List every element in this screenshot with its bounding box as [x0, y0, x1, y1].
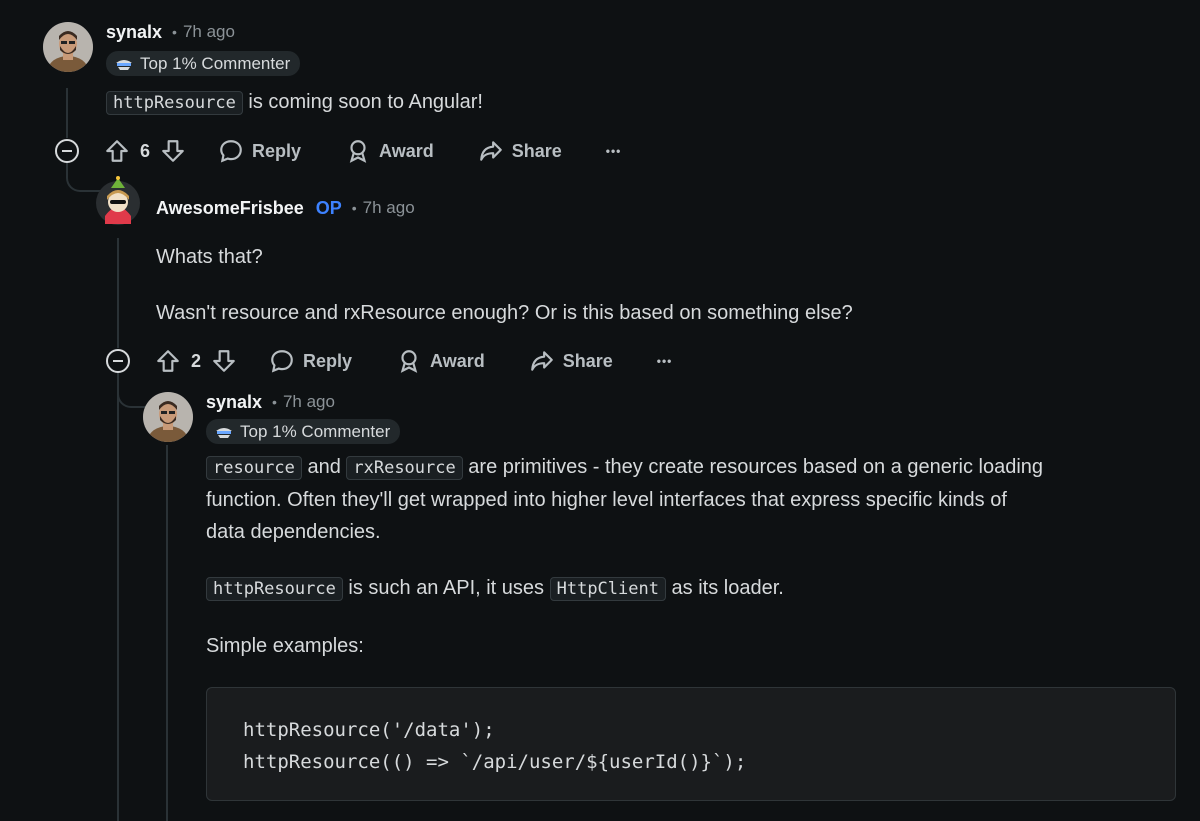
para-1-line-3: data dependencies.	[206, 521, 381, 543]
body-text: and	[301, 456, 347, 478]
award-button[interactable]: Award	[345, 138, 434, 164]
thread-line-3[interactable]	[166, 445, 168, 821]
upvote-icon	[157, 350, 179, 372]
inline-code: rxResource	[346, 456, 463, 480]
downvote-button[interactable]	[211, 348, 237, 374]
downvote-button[interactable]	[160, 138, 186, 164]
vote-score: 6	[140, 140, 151, 161]
award-label: Award	[379, 140, 434, 161]
inline-code: HttpClient	[549, 577, 666, 601]
award-button[interactable]: Award	[396, 348, 485, 374]
collapse-button[interactable]	[106, 349, 130, 373]
downvote-icon	[162, 140, 184, 162]
body-text: are primitives - they create resources b…	[462, 456, 1044, 478]
comment-actions: 2 Reply Award Share •••	[155, 344, 672, 378]
share-button[interactable]: Share	[478, 138, 562, 164]
reply-button[interactable]: Reply	[269, 348, 352, 374]
comment-body-para-3: Simple examples:	[206, 635, 364, 657]
more-options-button[interactable]: •••	[657, 354, 673, 368]
comment-body: httpResource is coming soon to Angular!	[106, 86, 483, 119]
reply-button[interactable]: Reply	[218, 138, 301, 164]
inline-code: httpResource	[106, 91, 243, 115]
timestamp[interactable]: 7h ago	[283, 392, 335, 412]
flair-label: Top 1% Commenter	[140, 53, 291, 73]
more-options-button[interactable]: •••	[606, 144, 622, 158]
comment-header: AwesomeFrisbee OP • 7h ago	[156, 196, 415, 220]
body-text: as its loader.	[665, 577, 784, 599]
separator-dot: •	[351, 200, 357, 216]
comment-header: synalx • 7h ago	[206, 390, 335, 414]
thread-line-2b[interactable]	[117, 374, 119, 821]
para-1-line-1: resource and rxResource are primitives -…	[206, 451, 1181, 484]
share-label: Share	[511, 140, 562, 161]
upvote-icon	[106, 140, 128, 162]
timestamp[interactable]: 7h ago	[183, 22, 235, 42]
op-badge: OP	[315, 197, 342, 218]
flair-icon	[116, 59, 132, 70]
username[interactable]: AwesomeFrisbee	[156, 198, 304, 219]
comment-icon	[220, 140, 242, 163]
inline-code: resource	[206, 456, 302, 480]
share-button[interactable]: Share	[529, 348, 613, 374]
comment-body-para-1: resource and rxResource are primitives -…	[206, 451, 1181, 548]
upvote-button[interactable]	[104, 138, 130, 164]
share-icon	[530, 351, 553, 371]
comment-body-para-1: Whats that?	[156, 246, 263, 268]
comment-body-para-2: Wasn't resource and rxResource enough? O…	[156, 302, 853, 324]
body-text: is such an API, it uses	[342, 577, 550, 599]
para-1-line-2: function. Often they'll get wrapped into…	[206, 489, 1007, 511]
comment-icon	[271, 350, 293, 373]
avatar[interactable]	[95, 176, 141, 226]
code-line: httpResource(() => `/api/user/${userId()…	[243, 751, 747, 773]
avatar[interactable]	[143, 392, 193, 442]
code-block[interactable]: httpResource('/data'); httpResource(() =…	[206, 687, 1176, 801]
comment-header: synalx • 7h ago	[106, 20, 235, 44]
user-flair: Top 1% Commenter	[206, 419, 401, 444]
comment-actions: 6 Reply Award Share •••	[104, 134, 621, 168]
separator-dot: •	[172, 24, 177, 40]
collapse-button[interactable]	[55, 139, 79, 163]
username[interactable]: synalx	[106, 22, 162, 43]
award-icon	[349, 140, 367, 163]
user-flair: Top 1% Commenter	[106, 51, 301, 76]
timestamp[interactable]: 7h ago	[363, 198, 415, 218]
share-label: Share	[562, 350, 613, 371]
separator-dot: •	[272, 394, 277, 410]
award-icon	[400, 350, 418, 373]
share-icon	[479, 141, 502, 161]
downvote-icon	[213, 350, 235, 372]
thread-line-1[interactable]	[66, 88, 68, 138]
award-label: Award	[430, 350, 485, 371]
collapse-icon	[62, 150, 72, 152]
avatar[interactable]	[43, 22, 93, 72]
upvote-button[interactable]	[155, 348, 181, 374]
reply-label: Reply	[252, 140, 302, 161]
reply-label: Reply	[303, 350, 353, 371]
flair-icon	[216, 427, 232, 438]
thread-line-2[interactable]	[117, 238, 119, 348]
username[interactable]: synalx	[206, 392, 262, 413]
comment-body-para-2: httpResource is such an API, it uses Htt…	[206, 572, 784, 605]
body-text: is coming soon to Angular!	[242, 91, 483, 113]
code-line: httpResource('/data');	[243, 719, 495, 741]
flair-label: Top 1% Commenter	[240, 421, 391, 441]
vote-score: 2	[191, 350, 202, 371]
collapse-icon	[113, 360, 123, 362]
inline-code: httpResource	[206, 577, 343, 601]
